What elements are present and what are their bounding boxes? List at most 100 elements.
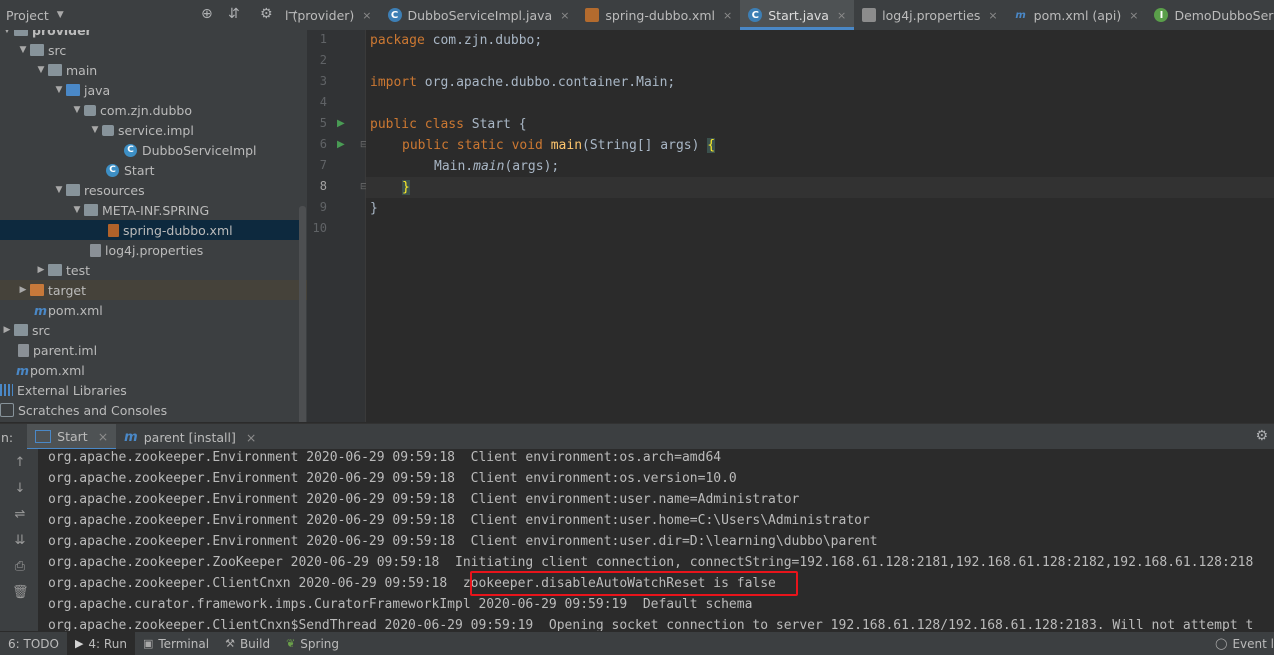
chevron-down-icon[interactable]: ▼ bbox=[34, 65, 48, 75]
tree-item-start[interactable]: C Start bbox=[0, 160, 307, 180]
print-icon[interactable]: ⎙ bbox=[12, 559, 28, 574]
run-gutter-icon[interactable]: ▶ bbox=[337, 139, 345, 150]
tool-tab-build[interactable]: ⚒ Build bbox=[217, 632, 278, 655]
tool-tab-run[interactable]: ▶ 4: Run bbox=[66, 632, 135, 655]
tab-provider[interactable]: l (provider) × bbox=[285, 0, 380, 30]
tree-scrollbar[interactable] bbox=[299, 206, 306, 422]
locate-icon[interactable]: ⊕ bbox=[201, 6, 213, 22]
collapse-icon[interactable]: ⇵ bbox=[228, 6, 240, 22]
editor-tabs: l (provider) × C DubboServiceImpl.java × s… bbox=[285, 0, 1274, 30]
run-gutter-icon[interactable]: ▶ bbox=[337, 118, 345, 129]
tree-item-label: spring-dubbo.xml bbox=[123, 222, 233, 238]
tree-item-test[interactable]: ▶ test bbox=[0, 260, 307, 280]
keyword: public class bbox=[370, 117, 464, 132]
tab-log4j-properties[interactable]: log4j.properties × bbox=[854, 0, 1005, 30]
tree-item-external-libraries[interactable]: External Libraries bbox=[0, 380, 300, 400]
chevron-down-icon[interactable]: ▼ bbox=[52, 85, 66, 95]
tree-item-dubboserviceimpl[interactable]: C DubboServiceImpl bbox=[0, 140, 307, 160]
close-icon[interactable]: × bbox=[246, 430, 256, 445]
line-number: 1 bbox=[319, 32, 327, 46]
chevron-down-icon[interactable]: ▼ bbox=[70, 105, 84, 115]
tree-item-src-root[interactable]: ▶ src bbox=[0, 320, 300, 340]
console-output[interactable]: org.apache.zookeeper.Environment 2020-06… bbox=[38, 449, 1274, 631]
tree-item-spring-dubbo-xml[interactable]: spring-dubbo.xml bbox=[0, 220, 300, 240]
chevron-down-icon[interactable]: ▼ bbox=[70, 205, 84, 215]
gear-icon[interactable]: ⚙ bbox=[260, 6, 273, 22]
close-icon[interactable]: × bbox=[362, 9, 371, 22]
run-tab-start[interactable]: Start × bbox=[27, 424, 117, 450]
tree-item-pom-xml[interactable]: m pom.xml bbox=[0, 300, 307, 320]
tab-pom-xml-api[interactable]: m pom.xml (api) × bbox=[1006, 0, 1147, 30]
chevron-right-icon[interactable]: ▶ bbox=[0, 325, 14, 335]
soft-wrap-icon[interactable]: ⇌ bbox=[12, 507, 28, 522]
chevron-down-icon[interactable]: ▼ bbox=[0, 30, 14, 35]
code-editor[interactable]: package com.zjn.dubbo; import org.apache… bbox=[366, 30, 1274, 422]
package-icon bbox=[84, 104, 96, 116]
arrow-down-icon[interactable]: ↓ bbox=[12, 481, 28, 496]
scroll-to-end-icon[interactable]: ⇊ bbox=[12, 533, 28, 548]
code-line: package com.zjn.dubbo; bbox=[370, 30, 542, 51]
tree-item-label: src bbox=[32, 322, 51, 338]
trash-icon[interactable]: 🗑 bbox=[12, 585, 29, 600]
tab-demodubboservice[interactable]: I DemoDubboService.jav bbox=[1146, 0, 1274, 30]
close-icon[interactable]: × bbox=[98, 429, 108, 444]
tree-item-com-zjn-dubbo[interactable]: ▼ com.zjn.dubbo bbox=[0, 100, 307, 120]
chevron-down-icon[interactable]: ▼ bbox=[57, 10, 64, 20]
folder-icon bbox=[84, 204, 98, 216]
run-config-icon bbox=[35, 429, 52, 443]
tree-item-label: Start bbox=[124, 162, 155, 178]
chevron-down-icon[interactable]: ▼ bbox=[88, 125, 102, 135]
tree-item-label: com.zjn.dubbo bbox=[100, 102, 192, 118]
tool-tab-todo[interactable]: 6: TODO bbox=[0, 632, 67, 655]
tab-label: Event l bbox=[1232, 636, 1274, 651]
chevron-down-icon[interactable]: ▼ bbox=[16, 45, 30, 55]
tool-tab-event-log[interactable]: ◯ Event l bbox=[1207, 632, 1274, 655]
project-tree: ▼ provider ▼ src ▼ main ▼ java ▼ com.zjn… bbox=[0, 30, 307, 422]
code-line: } bbox=[370, 198, 378, 219]
event-log-icon: ◯ bbox=[1215, 637, 1228, 650]
tree-item-resources[interactable]: ▼ resources bbox=[0, 180, 307, 200]
close-icon[interactable]: × bbox=[723, 9, 732, 22]
tab-label: 4: Run bbox=[88, 636, 127, 651]
tool-tab-spring[interactable]: ❦ Spring bbox=[278, 632, 347, 655]
tab-label: Spring bbox=[300, 636, 340, 651]
tree-item-label: DubboServiceImpl bbox=[142, 142, 257, 158]
tree-item-label: log4j.properties bbox=[105, 242, 204, 258]
tab-start-java[interactable]: C Start.java × bbox=[740, 0, 855, 30]
tree-item-pom-xml-root[interactable]: m pom.xml bbox=[0, 360, 307, 380]
gear-icon[interactable]: ⚙ bbox=[1255, 428, 1268, 444]
tree-item-label: test bbox=[66, 262, 91, 278]
tree-item-provider[interactable]: ▼ provider bbox=[0, 30, 300, 40]
tree-item-src[interactable]: ▼ src bbox=[0, 40, 307, 60]
tree-item-main[interactable]: ▼ main bbox=[0, 60, 307, 80]
tree-item-java[interactable]: ▼ java bbox=[0, 80, 307, 100]
run-icon: ▶ bbox=[74, 637, 84, 650]
tab-spring-dubbo-xml[interactable]: spring-dubbo.xml × bbox=[577, 0, 740, 30]
highlight-annotation-box bbox=[470, 571, 798, 596]
run-toolbar: ↑ ↓ ⇌ ⇊ ⎙ 🗑 bbox=[0, 449, 38, 631]
line-number: 10 bbox=[312, 221, 327, 235]
tree-item-target[interactable]: ▶ target bbox=[0, 280, 307, 300]
run-tab-parent-install[interactable]: m parent [install] × bbox=[116, 424, 264, 450]
chevron-right-icon[interactable]: ▶ bbox=[16, 285, 30, 295]
tree-item-parent-iml[interactable]: parent.iml bbox=[0, 340, 307, 360]
line-number: 4 bbox=[319, 95, 327, 109]
tree-item-service-impl[interactable]: ▼ service.impl bbox=[0, 120, 307, 140]
close-icon[interactable]: × bbox=[837, 9, 846, 22]
close-icon[interactable]: × bbox=[1129, 9, 1138, 22]
tree-item-meta-inf-spring[interactable]: ▼ META-INF.SPRING bbox=[0, 200, 307, 220]
code-text: Start { bbox=[463, 117, 527, 132]
line-number: 8 bbox=[319, 179, 327, 193]
chevron-right-icon[interactable]: ▶ bbox=[34, 265, 48, 275]
arrow-up-icon[interactable]: ↑ bbox=[12, 455, 28, 470]
tab-label: parent [install] bbox=[143, 429, 236, 445]
close-icon[interactable]: × bbox=[988, 9, 997, 22]
tree-item-scratches[interactable]: Scratches and Consoles bbox=[0, 400, 300, 420]
close-icon[interactable]: × bbox=[560, 9, 569, 22]
chevron-down-icon[interactable]: ▼ bbox=[52, 185, 66, 195]
top-bar: Project ▼ ⊕ ⇵ ⚙ − l (provider) × C DubboS… bbox=[0, 0, 1274, 31]
tab-dubboserviceimpl[interactable]: C DubboServiceImpl.java × bbox=[380, 0, 578, 30]
project-view-selector[interactable]: Project bbox=[6, 8, 49, 23]
tool-tab-terminal[interactable]: ▣ Terminal bbox=[135, 632, 217, 655]
tree-item-log4j-properties[interactable]: log4j.properties bbox=[0, 240, 307, 260]
